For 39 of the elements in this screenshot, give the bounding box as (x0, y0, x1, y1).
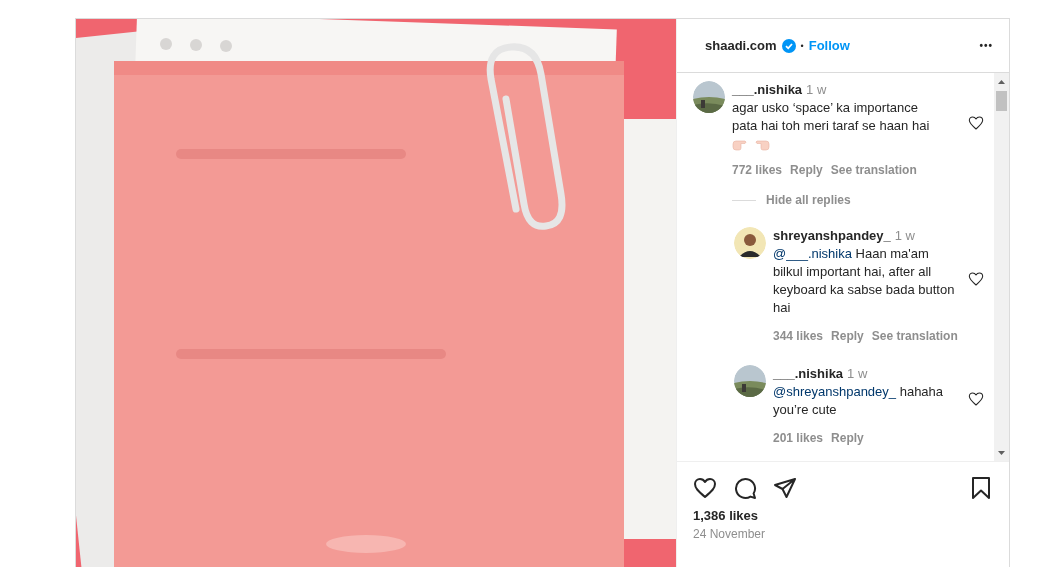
username-link[interactable]: shreyanshpandey_ (773, 227, 891, 245)
share-icon[interactable] (773, 476, 797, 500)
heart-icon[interactable] (968, 115, 984, 131)
heart-icon[interactable] (968, 391, 984, 407)
hide-replies-button[interactable]: Hide all replies (766, 193, 851, 207)
comment-text: @___.nishika Haan ma'am bilkul important hai, after all keyboard ka sabse bada button hai (773, 245, 956, 317)
likes-count[interactable]: 344 likes (773, 327, 824, 345)
comment-time: 1 w (806, 81, 827, 99)
see-translation-button[interactable]: See translation (830, 161, 917, 179)
comment-text: agar usko ‘space’ ka importance pata hai toh meri taraf se haan hai (732, 99, 931, 135)
reply-button[interactable]: Reply (831, 327, 864, 345)
scrollbar[interactable] (994, 73, 1009, 461)
scroll-down-arrow-icon[interactable] (998, 450, 1005, 455)
pointing-hand-icon (752, 139, 770, 151)
reply-button[interactable]: Reply (790, 161, 823, 179)
like-heart-icon[interactable] (693, 476, 717, 500)
heart-icon[interactable] (968, 271, 984, 287)
comment-icon[interactable] (733, 476, 757, 500)
comment-text: @shreyanshpandey_ hahaha you’re cute (773, 383, 945, 419)
username-link[interactable]: ___.nishika (732, 81, 803, 99)
username-link[interactable]: ___.nishika (773, 365, 844, 383)
likes-count[interactable]: 201 likes (773, 429, 824, 447)
account-name[interactable]: shaadi.com (705, 38, 777, 53)
pointing-hand-icon (732, 139, 750, 151)
post-date: 24 November (693, 527, 767, 541)
mention-link[interactable]: @___.nishika (773, 246, 852, 261)
likes-count[interactable]: 772 likes (732, 161, 783, 179)
likes-count[interactable]: 1,386 likes (693, 508, 993, 523)
reply-button[interactable]: Reply (831, 429, 864, 447)
separator-dot: • (800, 40, 804, 51)
scrollbar-thumb[interactable] (996, 91, 1007, 111)
bookmark-icon[interactable] (969, 476, 993, 500)
comment-time: 1 w (847, 365, 868, 383)
see-translation-button[interactable]: See translation (871, 327, 958, 345)
follow-link[interactable]: Follow (808, 38, 850, 53)
mention-link[interactable]: @shreyanshpandey_ (773, 384, 897, 399)
more-options-button[interactable]: ••• (979, 40, 993, 51)
comment-time: 1 w (894, 227, 915, 245)
scroll-up-arrow-icon[interactable] (998, 79, 1005, 84)
